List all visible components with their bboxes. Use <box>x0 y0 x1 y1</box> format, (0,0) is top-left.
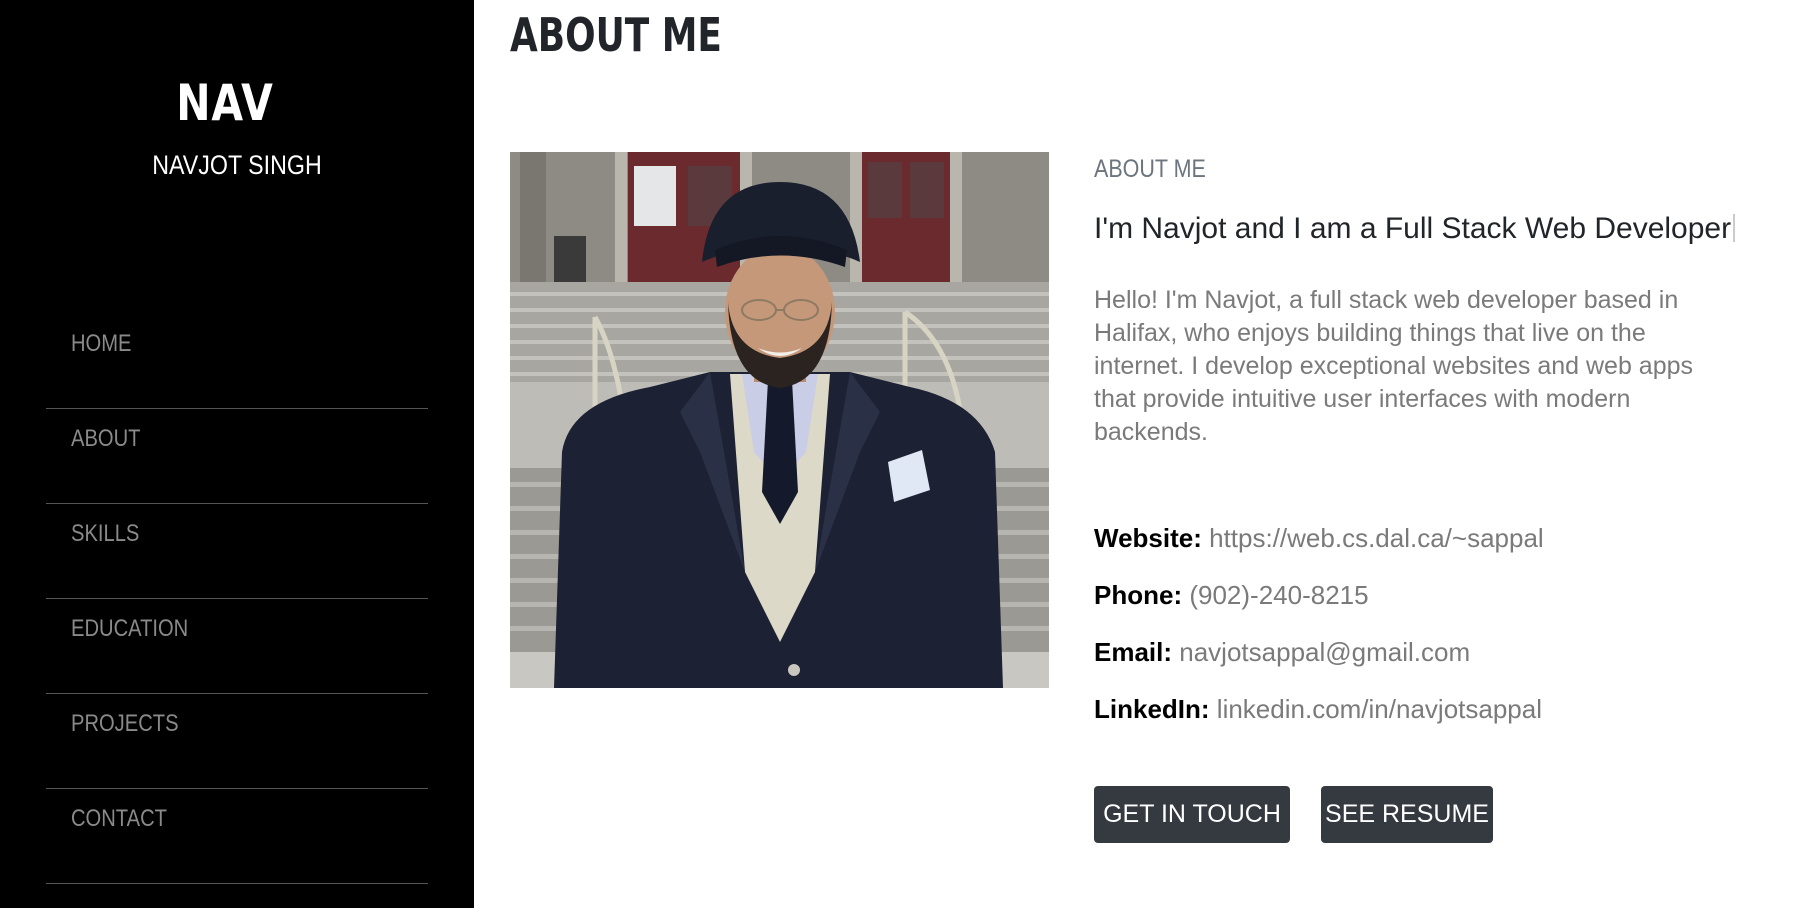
get-in-touch-button[interactable]: GET IN TOUCH <box>1094 786 1290 843</box>
nav-link-education[interactable]: EDUCATION <box>71 617 188 641</box>
email-value: navjotsappal@gmail.com <box>1179 637 1471 667</box>
page-title: ABOUT ME <box>510 8 722 62</box>
nav-link-about[interactable]: ABOUT <box>71 427 140 451</box>
linkedin-row: LinkedIn: linkedin.com/in/navjotsappal <box>1094 696 1542 722</box>
nav-link-projects[interactable]: PROJECTS <box>71 712 179 736</box>
email-row: Email: navjotsappal@gmail.com <box>1094 639 1470 665</box>
typing-cursor <box>1733 214 1736 242</box>
website-row: Website: https://web.cs.dal.ca/~sappal <box>1094 525 1544 551</box>
nav-link-skills[interactable]: SKILLS <box>71 522 139 546</box>
linkedin-label: LinkedIn: <box>1094 694 1210 724</box>
logo[interactable]: NAV <box>21 78 429 128</box>
website-label: Website: <box>1094 523 1202 553</box>
linkedin-link[interactable]: linkedin.com/in/navjotsappal <box>1217 694 1542 724</box>
phone-row: Phone: (902)-240-8215 <box>1094 582 1369 608</box>
phone-label: Phone: <box>1094 580 1183 610</box>
headline: I'm Navjot and I am a Full Stack Web Dev… <box>1094 212 1736 245</box>
nav-item-projects[interactable]: PROJECTS <box>46 694 428 789</box>
intro-paragraph: Hello! I'm Navjot, a full stack web deve… <box>1094 286 1693 446</box>
nav-link-contact[interactable]: CONTACT <box>71 807 167 831</box>
main-nav: HOME ABOUT SKILLS EDUCATION PROJECTS CON… <box>46 314 428 884</box>
nav-item-contact[interactable]: CONTACT <box>46 789 428 884</box>
owner-name: NAVJOT SINGH <box>152 150 322 180</box>
profile-photo <box>510 152 1049 688</box>
see-resume-button[interactable]: SEE RESUME <box>1321 786 1493 843</box>
nav-item-home[interactable]: HOME <box>46 314 428 409</box>
about-label: ABOUT ME <box>1094 155 1206 183</box>
website-link[interactable]: https://web.cs.dal.ca/~sappal <box>1209 523 1544 553</box>
brand: NAV NAVJOT SINGH <box>0 78 474 179</box>
email-label: Email: <box>1094 637 1173 667</box>
nav-link-home[interactable]: HOME <box>71 332 131 356</box>
nav-item-skills[interactable]: SKILLS <box>46 504 428 599</box>
phone-value: (902)-240-8215 <box>1189 580 1369 610</box>
nav-item-education[interactable]: EDUCATION <box>46 599 428 694</box>
nav-item-about[interactable]: ABOUT <box>46 409 428 504</box>
sidebar: NAV NAVJOT SINGH HOME ABOUT SKILLS EDUCA… <box>0 0 474 908</box>
headline-text: I'm Navjot and I am a Full Stack Web Dev… <box>1094 212 1732 245</box>
